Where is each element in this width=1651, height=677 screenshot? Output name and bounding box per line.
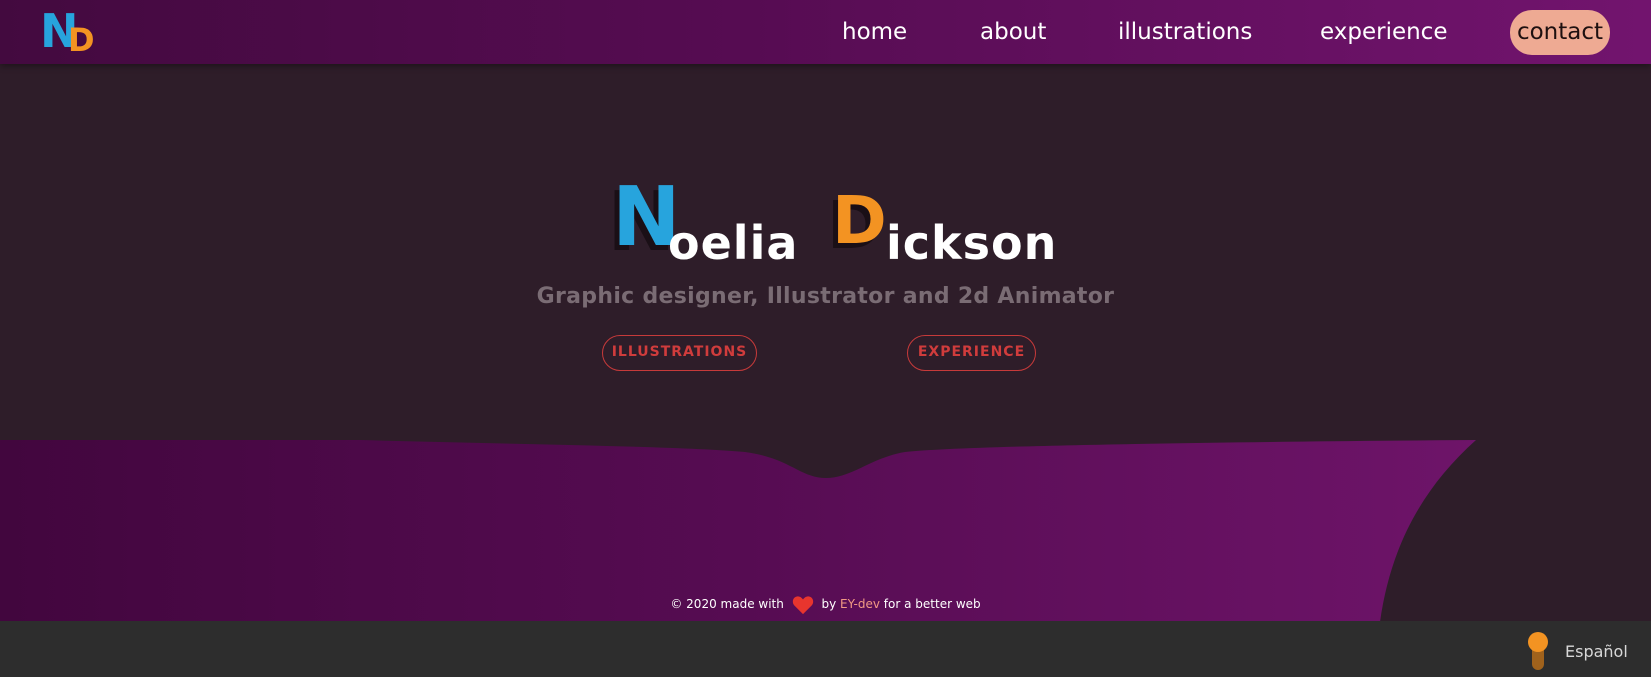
bottom-bar bbox=[0, 621, 1651, 677]
footer-brand-link[interactable]: EY-dev bbox=[840, 597, 880, 611]
nav-contact-button[interactable]: contact bbox=[1510, 10, 1610, 55]
hero-name: N D bbox=[0, 177, 1651, 268]
logo[interactable]: N D bbox=[40, 8, 100, 59]
language-toggle[interactable] bbox=[1528, 632, 1548, 670]
last-name-rest: ickson bbox=[886, 216, 1058, 270]
footer-credits: © 2020 made with by EY-dev for a better … bbox=[0, 594, 1651, 615]
nav-illustrations[interactable]: illustrations bbox=[1118, 18, 1252, 46]
nav-about[interactable]: about bbox=[980, 18, 1046, 46]
logo-d: D bbox=[68, 21, 95, 59]
footer-prefix: © 2020 made with bbox=[670, 597, 784, 611]
footer-suffix: for a better web bbox=[883, 597, 981, 611]
hero-subtitle: Graphic designer, Illustrator and 2d Ani… bbox=[536, 284, 1115, 309]
navbar: N D home about illustrations experience … bbox=[0, 0, 1651, 64]
illustrations-button[interactable]: ILLUSTRATIONS bbox=[602, 335, 757, 371]
heart-icon bbox=[792, 595, 813, 614]
experience-button[interactable]: EXPERIENCE bbox=[907, 335, 1036, 371]
nav-home[interactable]: home bbox=[842, 18, 907, 46]
first-name-rest: oelia bbox=[668, 216, 799, 270]
last-name-initial: D bbox=[832, 182, 887, 259]
toggle-knob bbox=[1528, 632, 1548, 652]
language-label[interactable]: Español bbox=[1565, 642, 1628, 662]
footer-by: by bbox=[821, 597, 837, 611]
nav-experience[interactable]: experience bbox=[1320, 18, 1447, 46]
